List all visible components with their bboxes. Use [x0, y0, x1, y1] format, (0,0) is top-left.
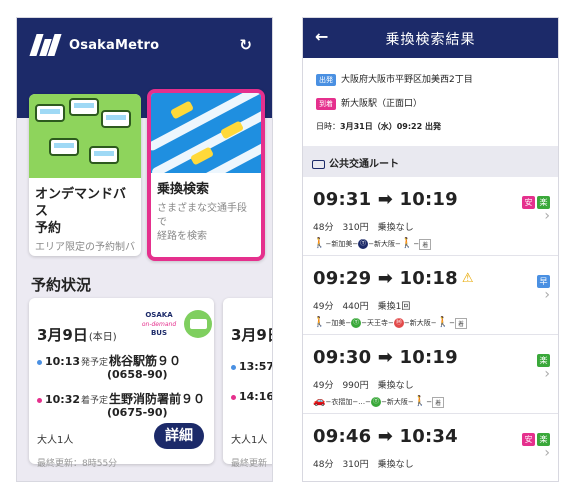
- reservation-date: 3月9日(本日): [37, 326, 117, 344]
- departure-stop: 13:57: [231, 360, 272, 373]
- datetime-row: 日時：3月31日（水）09:22 出発: [316, 122, 441, 131]
- warning-icon: ⚠: [461, 271, 474, 286]
- walk-icon: 🚶: [400, 238, 414, 249]
- passenger-count: 大人1人: [37, 435, 74, 446]
- route-info: 48分 310円 乗換なし: [313, 223, 414, 233]
- walk-icon: 🚶: [413, 396, 427, 407]
- route-time: 09:46 ➡ 10:34: [313, 426, 458, 447]
- departure-stop-code: (0658-90): [107, 368, 168, 381]
- route-badges: 早: [535, 269, 550, 288]
- bus-icon: [312, 159, 325, 169]
- metro-logo-icon: [29, 34, 63, 56]
- search-conditions: 出発 大阪府大阪市平野区加美西2丁目 到着 新大阪駅（正面口） 日時：3月31日（水…: [303, 58, 558, 146]
- arrival-stop: 14:16: [231, 390, 272, 403]
- ondemand-bus-logo: OSAKA on-demand BUS: [141, 311, 177, 337]
- safe-badge: 安: [522, 196, 535, 209]
- reservation-section-title: 予約状況: [31, 276, 92, 294]
- route-result[interactable]: 09:30 ➡ 10:19 楽 49分 990円 乗換なし › 🚗−衣摺加−…−…: [303, 335, 558, 414]
- route-time: 09:29 ➡ 10:18 ⚠: [313, 268, 474, 289]
- ondemand-bus-card[interactable]: オンデマンドバス 予約 エリア限定の予約制バ ス: [29, 94, 141, 256]
- route-section-band: 公共交通ルート: [303, 146, 558, 177]
- walk-icon: 🚶: [436, 317, 450, 328]
- route-result[interactable]: 09:46 ➡ 10:34 安楽 48分 310円 乗換なし ›: [303, 414, 558, 481]
- safe-badge: 安: [522, 433, 535, 446]
- transfer-search-card[interactable]: 乗換検索 さまざまな交通手段で 経路を検索: [147, 89, 265, 261]
- page-title: 乗換検索結果: [385, 32, 476, 48]
- route-result[interactable]: 09:29 ➡ 10:18 ⚠ 早 49分 440円 乗換1回 › 🚶−加美− Ⓣ −…: [303, 256, 558, 335]
- reservation-date: 3月9日: [231, 326, 272, 344]
- chevron-right-icon: ›: [544, 287, 550, 303]
- arrival-tag: 到着: [316, 97, 336, 110]
- route-result[interactable]: 09:31 ➡ 10:19 安楽 48分 310円 乗換なし › 🚶−新加美− Ⓣ…: [303, 177, 558, 256]
- arrival-stop-code: (0675-90): [107, 406, 168, 419]
- route-info: 49分 990円 乗換なし: [313, 381, 414, 391]
- card-title: 乗換検索: [157, 182, 210, 197]
- results-header: ← 乗換検索結果: [303, 18, 558, 58]
- route-time: 09:30 ➡ 10:19: [313, 347, 458, 368]
- reservation-card[interactable]: 3月9日(本日) OSAKA on-demand BUS 10:13発予定桃谷駅…: [29, 298, 214, 469]
- card-subtitle: さまざまな交通手段で 経路を検索: [157, 203, 247, 242]
- route-path: 🚶−新加美− Ⓣ −新大阪−🚶− 着: [313, 238, 432, 250]
- route-path: 🚶−加美− Ⓣ −天王寺− Ⓜ −新大阪−🚶− 着: [313, 317, 467, 329]
- route-badges: 楽: [535, 348, 550, 367]
- chevron-right-icon: ›: [544, 208, 550, 224]
- line-icon: Ⓣ: [371, 397, 382, 407]
- departure-stop: 10:13発予定桃谷駅筋９０: [37, 352, 181, 369]
- departure-row: 出発 大阪府大阪市平野区加美西2丁目: [316, 72, 473, 86]
- bus-illustration-icon: [29, 94, 141, 178]
- public-transport-label: 公共交通ルート: [312, 155, 399, 170]
- detail-button[interactable]: 詳細: [154, 423, 204, 449]
- last-updated: 最終更新: [231, 459, 268, 469]
- card-title: オンデマンドバス 予約: [35, 187, 127, 236]
- reservation-card-next[interactable]: 3月9日 13:57 14:16 大人1人 最終更新: [223, 298, 272, 469]
- car-icon: 🚗: [313, 396, 326, 407]
- arrival-row: 到着 新大阪駅（正面口）: [316, 96, 422, 110]
- chevron-right-icon: ›: [544, 445, 550, 461]
- route-info: 49分 440円 乗換1回: [313, 302, 411, 312]
- brand-logo: OsakaMetro: [29, 34, 160, 56]
- line-icon: Ⓣ: [358, 239, 369, 249]
- route-badges: 安楽: [520, 427, 550, 446]
- train-illustration-icon: [151, 93, 261, 173]
- right-phone-screen: ← 乗換検索結果 出発 大阪府大阪市平野区加美西2丁目 到着 新大阪駅（正面口） 日…: [302, 17, 559, 482]
- walk-icon: 🚶: [313, 317, 326, 328]
- refresh-icon[interactable]: ↻: [239, 36, 252, 54]
- arrival-stop: 10:32着予定生野消防署前９０: [37, 390, 205, 407]
- last-updated: 最終更新：8時55分: [37, 459, 118, 469]
- line-icon: Ⓣ: [351, 318, 362, 328]
- bus-icon: [184, 310, 212, 338]
- card-subtitle: エリア限定の予約制バ ス: [35, 242, 135, 253]
- brand-name: OsakaMetro: [69, 37, 160, 53]
- chevron-right-icon: ›: [544, 366, 550, 382]
- walk-icon: 🚶: [313, 238, 326, 249]
- left-phone-screen: OsakaMetro ↻ オンデマンドバス 予約 エリア限定の予約制バ ス: [16, 17, 273, 482]
- route-time: 09:31 ➡ 10:19: [313, 189, 458, 210]
- route-info: 48分 310円 乗換なし: [313, 460, 414, 470]
- passenger-count: 大人1人: [231, 435, 268, 446]
- line-icon: Ⓜ: [393, 318, 404, 328]
- departure-place: 大阪府大阪市平野区加美西2丁目: [341, 75, 473, 85]
- arrival-place: 新大阪駅（正面口）: [341, 99, 423, 109]
- route-path: 🚗−衣摺加−…− Ⓣ −新大阪−🚶− 着: [313, 396, 445, 408]
- departure-tag: 出発: [316, 73, 336, 86]
- route-badges: 安楽: [520, 190, 550, 209]
